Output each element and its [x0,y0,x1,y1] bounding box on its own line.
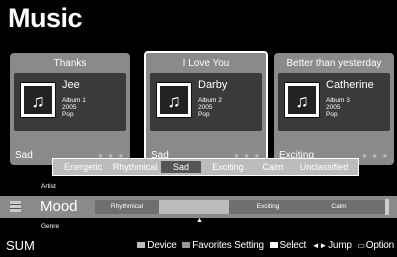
mood-option-rhythmical[interactable]: Rhythmical [110,161,160,173]
album-art: ♫ [284,82,320,118]
sort-option-artist[interactable]: Artist [41,183,56,190]
scroll-indicator [385,199,389,215]
song-title: I Love You [182,58,230,69]
song-title: Thanks [53,58,87,69]
button-hints: Device Favorites Setting Select ◄►Jump ▭… [134,240,394,251]
song-album: Album 2 [198,97,222,104]
pointer-up-icon: ▲ [196,217,203,224]
song-info-panel: ♫ Catherine Album 3 2005 Pop [278,73,390,131]
song-info-panel: ♫ Jee Album 1 2005 Pop [14,73,126,131]
red-key-icon [137,242,146,249]
song-mood: Sad [15,150,33,161]
sort-current-label: Mood [40,198,78,215]
music-screen: Music Thanks ♫ Jee Album 1 2005 Pop Sad … [0,0,397,257]
sort-category-bar: Artist Mood Rhythmical Exciting Calm ▲ G… [0,182,397,234]
green-key-icon [182,242,191,249]
hint-device[interactable]: Device [147,240,177,251]
tools-icon: ▭ [357,241,365,250]
song-album: Album 3 [326,97,350,104]
mood-option-calm[interactable]: Calm [255,161,291,173]
song-genre: Pop [326,111,338,118]
music-note-icon: ♫ [160,86,188,114]
song-year: 2005 [326,104,341,111]
song-genre: Pop [62,111,74,118]
song-card-i-love-you[interactable]: I Love You ♫ Darby Album 2 2005 Pop Sad … [144,51,268,167]
hint-option[interactable]: Option [366,240,394,251]
mood-popup-menu: Energetic Rhythmical Sad Exciting Calm U… [52,158,359,176]
song-card-better-than-yesterday[interactable]: Better than yesterday ♫ Catherine Album … [274,53,394,165]
hint-select[interactable]: Select [280,240,307,251]
mood-option-energetic[interactable]: Energetic [57,161,109,173]
sort-option-genre[interactable]: Genre [41,223,59,230]
music-note-icon: ♫ [288,86,316,114]
song-info-panel: ♫ Darby Album 2 2005 Pop [150,73,262,131]
track-item-selected[interactable] [159,200,229,214]
song-title: Better than yesterday [286,58,382,69]
mood-filter-track: Rhythmical Exciting Calm [95,200,387,214]
song-year: 2005 [62,104,77,111]
music-note-icon: ♫ [24,86,52,114]
song-artist: Darby [198,79,228,91]
track-item-calm[interactable]: Calm [309,200,369,214]
song-album: Album 1 [62,97,86,104]
rating-stars: ★ ★ ★ [361,153,389,160]
album-art: ♫ [20,82,56,118]
song-genre: Pop [198,111,210,118]
song-card-thanks[interactable]: Thanks ♫ Jee Album 1 2005 Pop Sad ★ ★ ★ [10,53,130,165]
sum-logo: SUM [6,238,35,253]
enter-key-icon [269,242,278,249]
sort-row-mood[interactable]: Mood Rhythmical Exciting Calm [0,196,397,218]
page-title: Music [8,3,83,33]
hint-jump[interactable]: Jump [328,240,352,251]
mood-option-unclassified[interactable]: Unclassified [293,161,355,173]
mood-option-sad[interactable]: Sad [161,161,201,173]
song-artist: Catherine [326,79,374,91]
hint-favorites-setting[interactable]: Favorites Setting [192,240,264,251]
bottom-help-bar: SUM Device Favorites Setting Select ◄►Ju… [0,236,397,257]
song-artist: Jee [62,79,80,91]
track-item-exciting[interactable]: Exciting [233,200,303,214]
track-item-rhythmical[interactable]: Rhythmical [97,200,157,214]
jump-arrows-icon: ◄► [311,241,328,250]
album-art: ♫ [156,82,192,118]
song-year: 2005 [198,104,213,111]
list-icon [10,201,21,212]
mood-option-exciting[interactable]: Exciting [203,161,253,173]
